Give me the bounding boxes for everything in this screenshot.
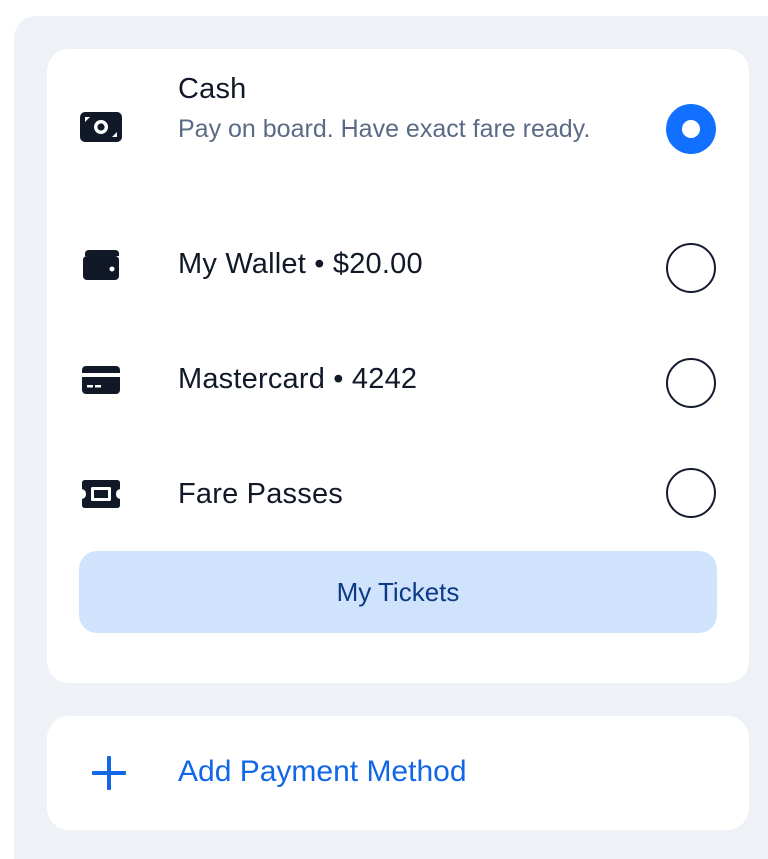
ticket-icon [79, 472, 123, 516]
option-title: Mastercard • 4242 [178, 363, 418, 395]
payment-option-fare-passes[interactable]: Fare Passes [47, 449, 749, 539]
add-payment-method-button[interactable]: Add Payment Method [47, 716, 749, 830]
payment-option-wallet[interactable]: My Wallet • $20.00 [47, 219, 749, 309]
wallet-icon [79, 243, 123, 287]
radio-button[interactable] [666, 468, 716, 518]
payment-options-card: Cash Pay on board. Have exact fare ready… [47, 49, 749, 683]
option-title: Fare Passes [178, 478, 343, 510]
radio-button[interactable] [666, 358, 716, 408]
plus-icon [91, 755, 127, 791]
payment-option-mastercard[interactable]: Mastercard • 4242 [47, 334, 749, 424]
add-payment-method-label: Add Payment Method [178, 755, 467, 788]
radio-button[interactable] [666, 243, 716, 293]
payment-option-cash[interactable]: Cash Pay on board. Have exact fare ready… [47, 49, 749, 199]
option-title: Cash [178, 73, 247, 105]
radio-button-selected[interactable] [666, 104, 716, 154]
credit-card-icon [79, 358, 123, 402]
option-description: Pay on board. Have exact fare ready. [178, 115, 591, 143]
cash-icon [79, 105, 123, 149]
option-title: My Wallet • $20.00 [178, 248, 423, 280]
my-tickets-button[interactable]: My Tickets [79, 551, 717, 633]
